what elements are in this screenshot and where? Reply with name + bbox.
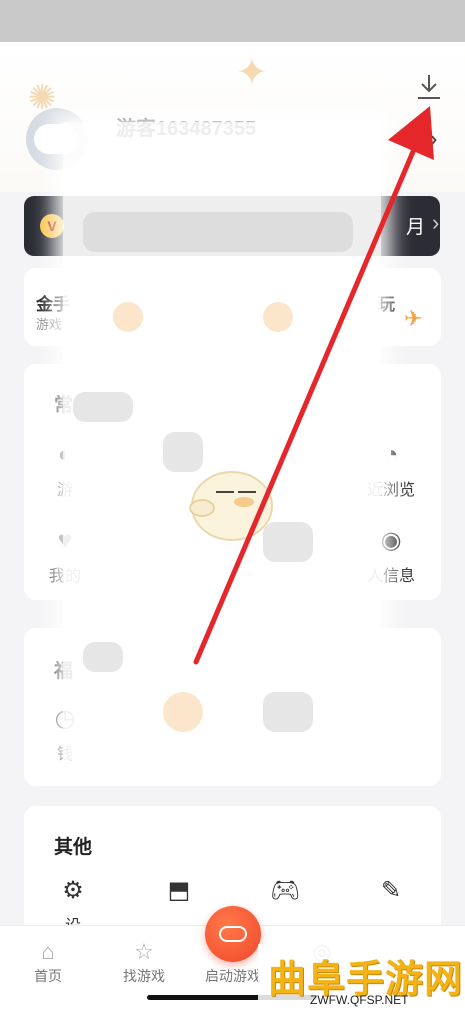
gear-icon: ⚙	[62, 877, 84, 904]
profile-chevron-icon[interactable]: ›	[430, 126, 437, 152]
launch-icon	[219, 926, 247, 942]
watermark-sub: ZWFW.QFSP.NET	[310, 993, 409, 1007]
home-icon: ⌂	[41, 939, 55, 964]
mascot-chick-icon	[189, 471, 273, 541]
star-decoration-icon: ✦	[236, 52, 268, 94]
vip-chevron-icon: ›	[432, 210, 440, 235]
star-icon: ☆	[134, 939, 154, 964]
launch-game-button[interactable]	[205, 906, 261, 962]
rocket-icon[interactable]: ✈	[404, 306, 422, 332]
feedback-icon: ✎	[380, 877, 402, 904]
tab-home[interactable]: ⌂ 首页	[8, 938, 88, 986]
share-icon: ⬒	[167, 877, 191, 904]
blur-overlay	[63, 122, 381, 760]
other-item-share[interactable]: ⬒	[134, 876, 224, 912]
coins-sub: 游戏	[36, 317, 63, 332]
vip-badge-icon: V	[40, 214, 64, 238]
status-bar	[0, 0, 465, 42]
vip-banner-text: 月	[406, 217, 426, 238]
other-item-gamepad[interactable]: 🎮︎	[240, 876, 330, 912]
download-icon[interactable]	[414, 72, 444, 102]
gamepad-icon: 🎮︎	[269, 877, 301, 904]
other-title: 其他	[54, 837, 93, 858]
other-item-feedback[interactable]: ✎	[346, 876, 436, 912]
tab-find-game[interactable]: ☆ 找游戏	[104, 938, 184, 986]
